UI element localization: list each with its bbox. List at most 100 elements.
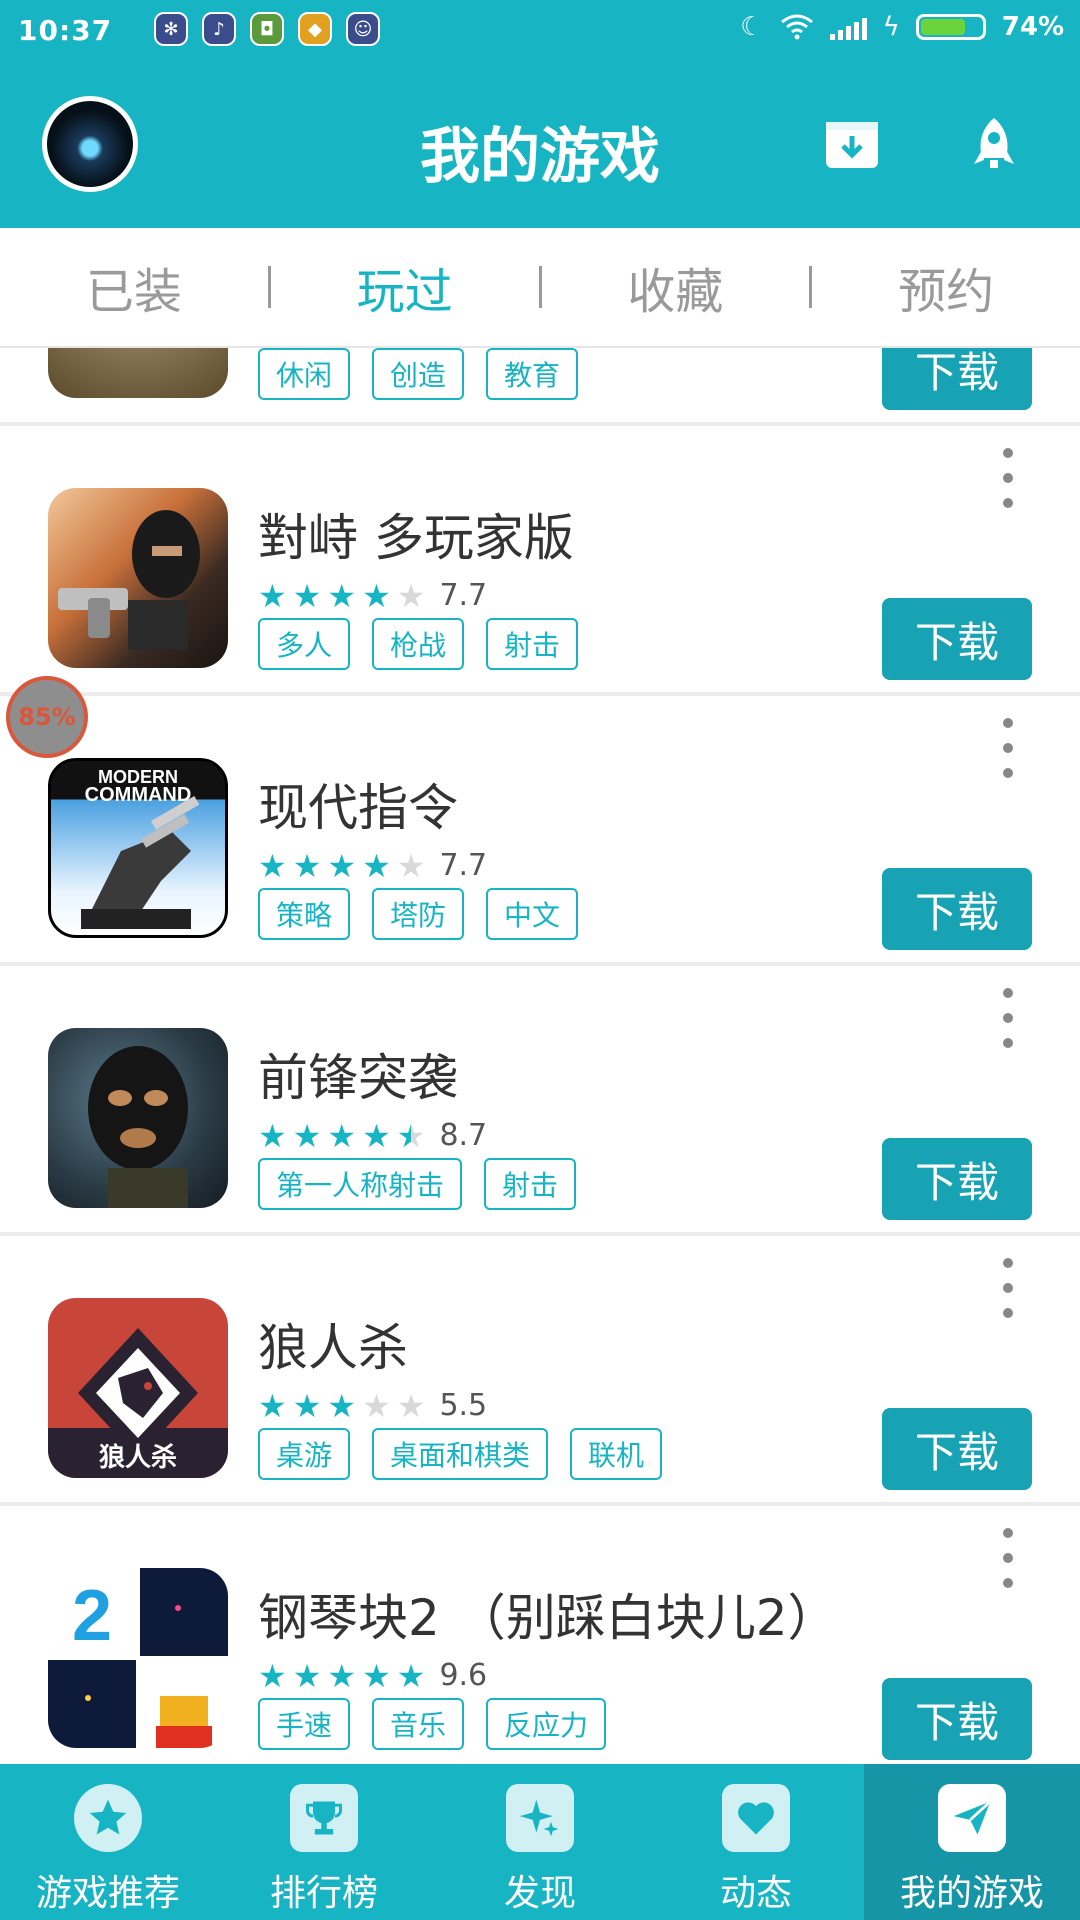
game-list-item[interactable]: 前锋突袭 ★ ★ ★ ★ ★ 8.7 第一人称射击 射击 下载 bbox=[0, 966, 1080, 1236]
robot-notification-icon: ☺ bbox=[346, 12, 380, 46]
signal-icon bbox=[829, 14, 867, 40]
game-tag[interactable]: 桌游 bbox=[258, 1428, 351, 1480]
more-options-icon[interactable] bbox=[996, 988, 1020, 1048]
heart-icon bbox=[722, 1784, 790, 1852]
paper-plane-icon bbox=[938, 1784, 1006, 1852]
game-name: 狼人杀 bbox=[258, 1319, 408, 1377]
more-options-icon[interactable] bbox=[996, 1258, 1020, 1318]
download-button[interactable]: 下载 bbox=[882, 1408, 1032, 1490]
game-tag[interactable]: 枪战 bbox=[372, 618, 465, 670]
game-icon[interactable]: 2 bbox=[48, 1568, 228, 1748]
more-options-icon[interactable] bbox=[996, 448, 1020, 508]
game-tags: 手速 音乐 反应力 bbox=[258, 1698, 607, 1750]
star-icon: ★ bbox=[292, 1386, 322, 1425]
star-icon: ★ bbox=[396, 576, 426, 615]
game-list-item[interactable]: 狼人杀 狼人杀 ★ ★ ★ ★ ★ 5.5 桌游 桌面和棋类 联机 下载 bbox=[0, 1236, 1080, 1506]
game-tag[interactable]: 射击 bbox=[486, 618, 579, 670]
star-icon: ★ bbox=[396, 1386, 426, 1425]
tab-installed[interactable]: 已装 bbox=[0, 252, 268, 322]
nav-item-recommend[interactable]: 游戏推荐 bbox=[0, 1764, 216, 1920]
download-button[interactable]: 下载 bbox=[882, 1138, 1032, 1220]
rating-score: 7.7 bbox=[439, 848, 488, 883]
game-tag[interactable]: 创造 bbox=[372, 348, 465, 400]
svg-text:2: 2 bbox=[72, 1576, 112, 1656]
game-list-item[interactable]: 2 钢琴块2 （别踩白块儿2） ★ ★ ★ ★ ★ 9.6 手速 音乐 反应力 下载 bbox=[0, 1506, 1080, 1764]
game-tag[interactable]: 桌面和棋类 bbox=[372, 1428, 549, 1480]
download-manager-icon[interactable] bbox=[824, 116, 880, 172]
star-icon: ★ bbox=[258, 846, 287, 885]
game-icon[interactable]: 狼人杀 bbox=[48, 1298, 228, 1478]
nav-label: 我的游戏 bbox=[899, 1873, 1044, 1914]
game-tag[interactable]: 第一人称射击 bbox=[258, 1158, 463, 1210]
moon-icon: ☾ bbox=[740, 12, 764, 42]
bottom-nav: 游戏推荐 排行榜 发现 动态 我的游戏 bbox=[0, 1764, 1080, 1920]
wolf-logo-text: 狼人杀 bbox=[99, 1442, 177, 1473]
battery-percent: 74% bbox=[1001, 12, 1064, 42]
star-icon: ★ bbox=[362, 1386, 391, 1425]
game-name: 钢琴块2 （别踩白块儿2） bbox=[258, 1589, 838, 1647]
game-list-item[interactable]: MODERN COMMAND 现代指令 ★ ★ ★ ★ ★ 7.7 策略 塔防 中文 下载 bbox=[0, 696, 1080, 966]
nav-item-ranking[interactable]: 排行榜 bbox=[216, 1764, 432, 1920]
nav-item-discover[interactable]: 发现 bbox=[432, 1764, 648, 1920]
download-button[interactable]: 下载 bbox=[882, 598, 1032, 680]
game-tag[interactable]: 策略 bbox=[258, 888, 351, 940]
star-icon: ★ bbox=[327, 1116, 357, 1155]
game-tag[interactable]: 反应力 bbox=[486, 1698, 607, 1750]
status-bar: 10:37 ✻ ♪ ◘ ◆ ☺ ☾ ϟ 74% bbox=[0, 0, 1080, 60]
game-tag[interactable]: 休闲 bbox=[258, 348, 351, 400]
status-time: 10:37 bbox=[18, 14, 113, 47]
floating-speed-badge[interactable]: 85% bbox=[6, 676, 88, 758]
charging-icon: ϟ bbox=[882, 12, 900, 42]
star-icon: ★ bbox=[362, 1656, 391, 1695]
tab-reserved[interactable]: 预约 bbox=[812, 252, 1080, 322]
game-name: 前锋突袭 bbox=[258, 1049, 458, 1107]
star-icon: ★ bbox=[327, 1386, 357, 1425]
more-options-icon[interactable] bbox=[996, 1528, 1020, 1588]
download-button[interactable]: 下载 bbox=[882, 348, 1032, 410]
star-icon: ★ bbox=[396, 846, 426, 885]
game-name: 對峙 多玩家版 bbox=[258, 509, 574, 567]
download-button[interactable]: 下载 bbox=[882, 1678, 1032, 1760]
star-icon: ★ bbox=[327, 1656, 357, 1695]
tab-bar: 已装 玩过 收藏 预约 bbox=[0, 228, 1080, 348]
rating-stars: ★ ★ ★ ★ ★ 9.6 bbox=[258, 1658, 487, 1693]
app-store-notification-icon: ◆ bbox=[298, 12, 332, 46]
game-icon[interactable] bbox=[48, 1028, 228, 1208]
game-list-item[interactable]: ★★★★★9.0 休闲 创造 教育 下载 bbox=[0, 348, 1080, 426]
tab-played[interactable]: 玩过 bbox=[271, 252, 539, 322]
game-tag[interactable]: 中文 bbox=[486, 888, 579, 940]
rating-score: 8.7 bbox=[439, 1118, 488, 1153]
game-tags: 第一人称射击 射击 bbox=[258, 1158, 577, 1210]
more-options-icon[interactable] bbox=[996, 718, 1020, 778]
rating-stars: ★ ★ ★ ★ ★ 8.7 bbox=[258, 1118, 487, 1153]
game-tags: 桌游 桌面和棋类 联机 bbox=[258, 1428, 663, 1480]
nav-item-feed[interactable]: 动态 bbox=[648, 1764, 864, 1920]
rocket-icon[interactable] bbox=[966, 116, 1022, 172]
game-tag[interactable]: 射击 bbox=[484, 1158, 577, 1210]
rating-stars: ★ ★ ★ ★ ★ 5.5 bbox=[258, 1388, 487, 1423]
game-tag[interactable]: 音乐 bbox=[372, 1698, 465, 1750]
game-icon[interactable] bbox=[48, 488, 228, 668]
game-list-item[interactable]: 對峙 多玩家版 ★ ★ ★ ★ ★ 7.7 多人 枪战 射击 下载 bbox=[0, 426, 1080, 696]
game-tag[interactable]: 塔防 bbox=[372, 888, 465, 940]
nav-item-my-games[interactable]: 我的游戏 bbox=[864, 1764, 1080, 1920]
rating-score: 7.7 bbox=[439, 578, 488, 613]
star-icon: ★ bbox=[396, 1116, 426, 1155]
download-button[interactable]: 下载 bbox=[882, 868, 1032, 950]
star-icon bbox=[74, 1784, 142, 1852]
game-tags: 休闲 创造 教育 bbox=[258, 348, 579, 400]
tab-favorites[interactable]: 收藏 bbox=[542, 252, 810, 322]
game-tag[interactable]: 手速 bbox=[258, 1698, 351, 1750]
trophy-icon bbox=[290, 1784, 358, 1852]
game-tag[interactable]: 联机 bbox=[570, 1428, 663, 1480]
star-icon: ★ bbox=[258, 1116, 287, 1155]
game-tag[interactable]: 教育 bbox=[486, 348, 579, 400]
game-icon[interactable] bbox=[48, 348, 228, 398]
nav-label: 排行榜 bbox=[269, 1873, 378, 1914]
android-notification-icon: ◘ bbox=[250, 12, 284, 46]
game-tag[interactable]: 多人 bbox=[258, 618, 351, 670]
bell-notification-icon: ♪ bbox=[202, 12, 236, 46]
game-list[interactable]: ★★★★★9.0 休闲 创造 教育 下载 對峙 多玩家版 ★★★★★7.7 多人… bbox=[0, 348, 1080, 1764]
game-icon[interactable]: MODERN COMMAND bbox=[48, 758, 228, 938]
star-icon: ★ bbox=[258, 576, 287, 615]
